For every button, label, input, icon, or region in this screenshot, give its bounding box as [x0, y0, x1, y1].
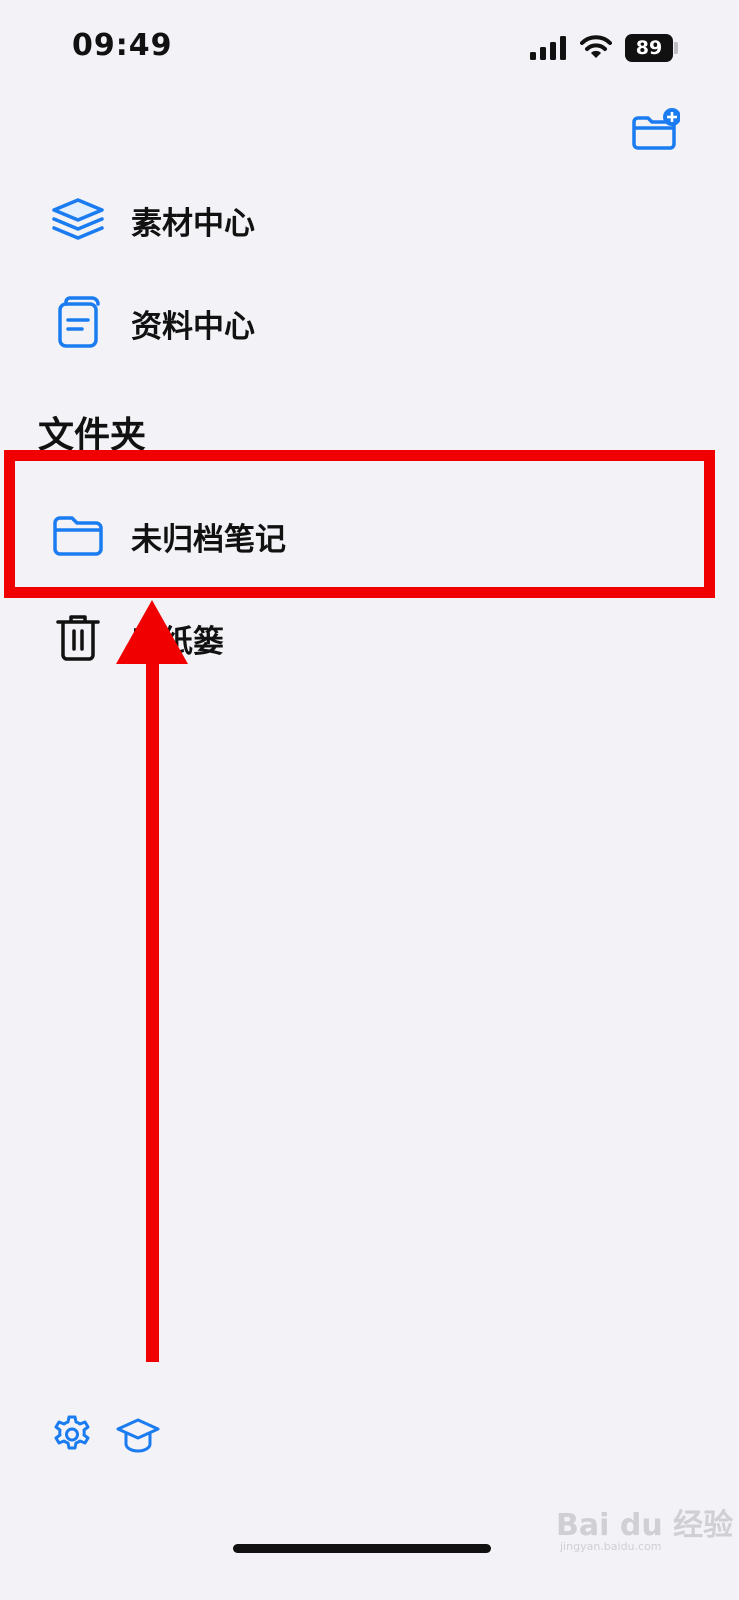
watermark: Bai du 经验	[556, 1508, 734, 1543]
folder-icon	[48, 506, 108, 566]
folder-item-unarchived[interactable]: 未归档笔记	[0, 496, 739, 576]
folder-item-trash[interactable]: 废纸篓	[0, 598, 739, 678]
document-icon	[48, 293, 108, 353]
menu-item-label: 资料中心	[131, 308, 255, 345]
battery-tip	[674, 42, 678, 54]
gear-icon[interactable]	[50, 1413, 94, 1457]
menu-item-resources[interactable]: 资料中心	[0, 283, 739, 363]
battery-indicator: 89	[625, 34, 673, 62]
annotation-arrow-head	[116, 600, 188, 664]
signal-icon	[530, 36, 566, 60]
status-time: 09:49	[72, 28, 173, 63]
wifi-icon	[580, 35, 612, 58]
folder-item-label: 未归档笔记	[131, 521, 286, 558]
folders-section-title: 文件夹	[38, 415, 147, 456]
graduation-cap-icon[interactable]	[116, 1413, 160, 1457]
annotation-arrow-shaft	[146, 632, 159, 1362]
menu-item-materials[interactable]: 素材中心	[0, 180, 739, 260]
menu-item-label: 素材中心	[131, 205, 255, 242]
new-folder-icon[interactable]	[628, 106, 680, 152]
trash-icon	[48, 608, 108, 668]
layers-icon	[48, 190, 108, 250]
home-indicator	[233, 1544, 491, 1553]
watermark-url: jingyan.baidu.com	[560, 1540, 662, 1553]
